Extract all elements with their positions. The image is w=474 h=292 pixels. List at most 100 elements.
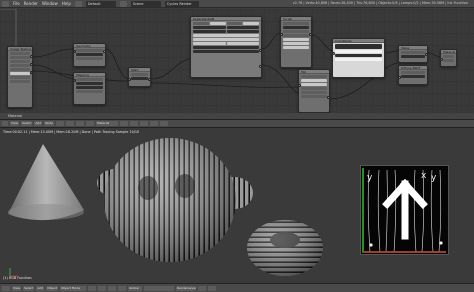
node-field[interactable] — [335, 50, 382, 53]
node-field[interactable] — [301, 87, 327, 90]
snap-icon[interactable] — [160, 121, 169, 126]
node-field[interactable] — [335, 44, 382, 49]
node-field[interactable] — [401, 55, 425, 58]
node-field[interactable] — [335, 54, 382, 57]
node-field[interactable] — [301, 79, 327, 82]
editor-type-icon[interactable] — [2, 0, 9, 7]
node-field[interactable] — [76, 57, 103, 60]
select-menu[interactable]: Select — [23, 285, 35, 291]
menu-file[interactable]: File — [13, 1, 20, 6]
render-layer-selector[interactable]: RenderLayer — [176, 285, 196, 291]
node-field[interactable] — [193, 38, 259, 41]
node-field[interactable] — [10, 80, 30, 83]
node-tab[interactable] — [193, 22, 209, 25]
input-socket[interactable] — [74, 50, 76, 53]
node-field[interactable] — [283, 34, 309, 37]
node-script[interactable]: Script — [280, 16, 312, 68]
node-field[interactable] — [10, 56, 30, 59]
node-field[interactable] — [131, 73, 148, 76]
node-field[interactable] — [226, 26, 259, 29]
node-field[interactable] — [76, 53, 103, 56]
menu-help[interactable]: Help — [62, 1, 71, 6]
output-socket[interactable] — [30, 63, 32, 66]
output-socket[interactable] — [259, 49, 261, 52]
node-field[interactable] — [443, 59, 454, 62]
node-field[interactable] — [76, 86, 103, 89]
node-separate-rgb[interactable]: Separate RGB — [190, 16, 262, 78]
node-field[interactable] — [193, 42, 226, 45]
node-field[interactable] — [301, 95, 327, 98]
output-socket[interactable] — [327, 96, 329, 99]
output-socket[interactable] — [30, 71, 32, 74]
pivot-icon[interactable] — [98, 285, 107, 291]
node-colorramp[interactable]: ColorRamp — [332, 38, 385, 78]
mode-selector[interactable]: Object Mode — [60, 285, 87, 291]
texture-icon[interactable] — [86, 121, 95, 126]
node-diffuse-bsdf[interactable]: Diffuse BSDF — [398, 65, 428, 85]
node-field[interactable] — [283, 30, 309, 33]
node-field[interactable] — [10, 64, 30, 67]
node-field[interactable] — [131, 77, 148, 80]
new-material-icon[interactable] — [130, 121, 139, 126]
input-socket[interactable] — [74, 79, 76, 82]
node-field[interactable] — [193, 26, 226, 29]
layout-selector[interactable]: Default — [85, 0, 116, 7]
add-menu[interactable]: Add — [34, 121, 43, 126]
node-field[interactable] — [401, 71, 425, 74]
menu-render[interactable]: Render — [24, 1, 38, 6]
node-menu[interactable]: Node — [44, 121, 55, 126]
node-field[interactable] — [283, 38, 309, 41]
node-field[interactable] — [193, 50, 259, 53]
node-tab[interactable] — [243, 22, 259, 25]
unlink-icon[interactable] — [140, 121, 149, 126]
node-field[interactable] — [301, 83, 327, 86]
node-tab[interactable] — [226, 22, 243, 25]
node-field[interactable] — [10, 76, 30, 79]
render-engine-selector[interactable]: Cycles Render — [164, 0, 199, 7]
input-socket[interactable] — [441, 58, 443, 61]
node-geometry[interactable]: Geometry — [73, 43, 106, 67]
node-field[interactable] — [283, 26, 309, 29]
node-field[interactable] — [401, 75, 425, 78]
scene-icon[interactable] — [119, 0, 127, 7]
output-socket[interactable] — [309, 33, 311, 36]
node-image-texture[interactable]: Image Texture — [7, 46, 33, 108]
node-tab[interactable] — [209, 22, 226, 25]
editor-type-button[interactable] — [2, 121, 8, 126]
layer-buttons[interactable] — [144, 285, 175, 291]
node-field[interactable] — [10, 68, 30, 71]
node-field[interactable] — [10, 52, 30, 55]
output-socket[interactable] — [30, 55, 32, 58]
manipulator-icon[interactable] — [108, 285, 117, 291]
node-field[interactable] — [76, 78, 103, 81]
scene-selector[interactable]: Scene — [130, 0, 161, 7]
node-field[interactable] — [301, 91, 327, 94]
backdrop-icon[interactable] — [150, 121, 159, 126]
output-socket[interactable] — [148, 78, 150, 81]
input-socket[interactable] — [299, 84, 301, 87]
fake-user-icon[interactable] — [120, 121, 129, 126]
input-socket[interactable] — [333, 52, 335, 55]
node-field[interactable] — [283, 46, 309, 49]
world-icon[interactable] — [76, 121, 85, 126]
object-menu[interactable]: Object — [46, 285, 59, 291]
translate-icon[interactable] — [118, 285, 127, 291]
input-socket[interactable] — [281, 33, 283, 36]
material-field[interactable]: Material — [96, 121, 119, 126]
node-value[interactable]: Value — [398, 45, 428, 63]
node-math[interactable]: Math — [128, 67, 151, 87]
view-menu[interactable]: View — [12, 285, 22, 291]
add-menu[interactable]: Add — [36, 285, 45, 291]
node-field[interactable] — [443, 55, 454, 58]
layout-icon[interactable] — [74, 0, 82, 7]
output-socket[interactable] — [259, 65, 261, 68]
node-field[interactable] — [226, 42, 259, 45]
render-icon[interactable] — [208, 285, 217, 291]
node-field[interactable] — [76, 49, 103, 52]
menu-window[interactable]: Window — [42, 1, 58, 6]
node-field[interactable] — [335, 58, 382, 61]
node-field[interactable] — [10, 60, 30, 63]
transform-orientation[interactable]: Global — [128, 285, 143, 291]
shading-icon[interactable] — [88, 285, 97, 291]
node-field[interactable] — [193, 34, 259, 37]
